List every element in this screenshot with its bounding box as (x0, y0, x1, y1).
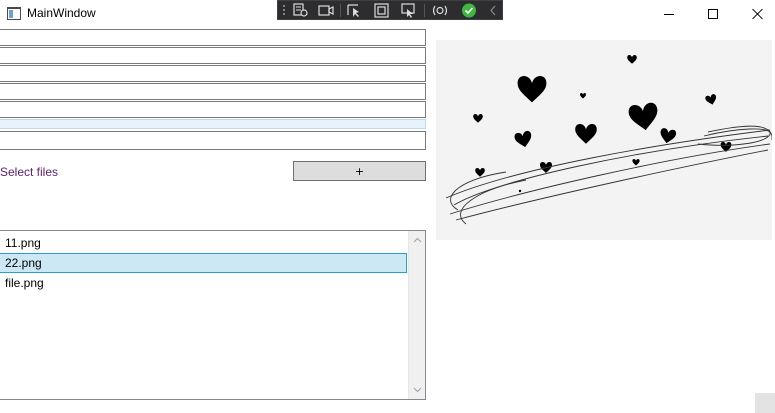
pointer-select-button[interactable] (345, 2, 365, 19)
resize-grip[interactable] (755, 393, 775, 413)
pointer-select-icon (347, 4, 359, 17)
debug-toolbar (277, 0, 503, 20)
text-field-2[interactable] (0, 47, 426, 64)
select-files-link[interactable]: Select files (0, 165, 58, 179)
add-button[interactable]: + (293, 161, 426, 181)
window-app-icon (7, 7, 21, 20)
vertical-scrollbar[interactable] (408, 231, 425, 399)
track-focus-icon (401, 3, 415, 18)
grip-icon[interactable] (282, 4, 286, 17)
maximize-button[interactable] (690, 0, 736, 28)
file-listbox[interactable]: 11.png 22.png file.png (0, 230, 426, 400)
text-field-1[interactable] (0, 29, 426, 46)
scroll-down-icon[interactable] (413, 385, 422, 394)
minimize-button[interactable] (646, 0, 692, 28)
list-item[interactable]: file.png (0, 273, 407, 293)
toolbar-separator (424, 4, 425, 17)
collapse-toolbar-button[interactable] (483, 2, 503, 19)
display-adorner-button[interactable] (372, 2, 392, 19)
toolbar-separator (340, 4, 341, 17)
collapse-chevron-icon (490, 5, 496, 16)
text-field-7[interactable] (0, 131, 426, 150)
status-button[interactable] (459, 2, 479, 19)
maximize-icon (708, 9, 718, 19)
select-element-icon (293, 3, 308, 17)
hearts-image (445, 55, 772, 225)
image-preview (436, 40, 772, 240)
select-element-button[interactable] (291, 2, 311, 19)
hot-reload-icon (432, 5, 448, 16)
scroll-up-icon[interactable] (413, 236, 422, 245)
video-camera-icon (318, 5, 334, 16)
video-camera-button[interactable] (316, 2, 336, 19)
list-item[interactable]: 11.png (0, 233, 407, 253)
display-adorner-icon (374, 3, 389, 18)
checkmark-status-icon (462, 3, 476, 18)
text-field-6[interactable] (0, 119, 426, 129)
close-icon (752, 8, 764, 20)
window-title: MainWindow (27, 6, 96, 20)
close-button[interactable] (735, 0, 775, 28)
list-item-selected[interactable]: 22.png (0, 253, 407, 273)
hot-reload-button[interactable] (430, 2, 450, 19)
text-field-4[interactable] (0, 83, 426, 100)
track-focus-button[interactable] (399, 2, 419, 19)
text-field-5[interactable] (0, 101, 426, 118)
minimize-icon (664, 13, 674, 15)
text-field-3[interactable] (0, 65, 426, 82)
